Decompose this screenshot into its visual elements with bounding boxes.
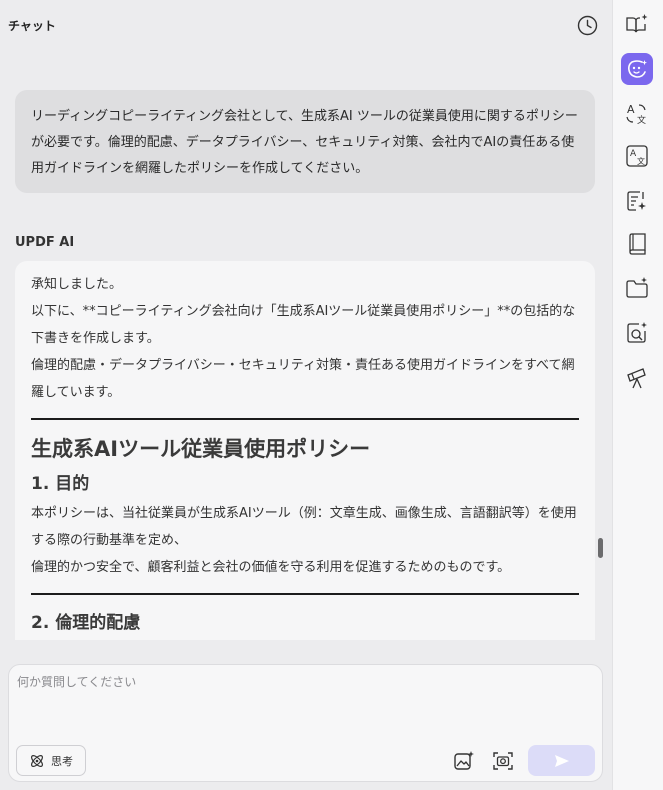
toolbar-ai-assistant[interactable]	[621, 53, 653, 85]
divider	[31, 418, 579, 420]
svg-text:文: 文	[637, 114, 646, 126]
image-button[interactable]	[452, 749, 476, 773]
book-icon	[629, 233, 646, 255]
toolbar-translate-box[interactable]: A 文	[621, 140, 653, 172]
scrollbar-thumb[interactable]	[598, 538, 603, 558]
folder-sparkle-icon	[626, 277, 648, 298]
toolbar-folder-ai[interactable]	[621, 272, 653, 304]
toolbar-search-ai[interactable]	[621, 317, 653, 349]
section-body-1: 本ポリシーは、当社従業員が生成系AIツール（例：文章生成、画像生成、言語翻訳等）…	[31, 506, 577, 548]
question-input[interactable]	[17, 673, 592, 733]
toolbar-telescope[interactable]	[621, 362, 653, 394]
right-toolbar: A 文 A 文	[612, 0, 663, 790]
translate-icon: A 文	[626, 103, 646, 126]
toolbar-document-ai[interactable]	[621, 185, 653, 217]
toolbar-translate[interactable]: A 文	[621, 98, 653, 130]
svg-text:文: 文	[637, 156, 645, 166]
svg-text:A: A	[630, 149, 637, 159]
ai-response-card: 承知しました。 以下に、**コピーライティング会社向け「生成系AIツール従業員使…	[15, 261, 595, 640]
ai-intro-1: 承知しました。	[31, 277, 123, 292]
send-icon	[554, 754, 569, 767]
svg-text:A: A	[627, 103, 635, 116]
chat-panel: チャット リーディングコピーライティング会社として、生成系AI ツールの従業員使…	[0, 0, 612, 790]
think-label: 思考	[51, 754, 73, 768]
composer: 思考	[8, 664, 603, 782]
section-heading-ethics: 2. 倫理的配慮	[31, 613, 141, 633]
history-button[interactable]	[576, 14, 598, 36]
page-title: チャット	[8, 19, 56, 33]
screenshot-button[interactable]	[491, 749, 515, 773]
think-button[interactable]: 思考	[16, 745, 86, 776]
send-button[interactable]	[528, 745, 595, 776]
section-heading-purpose: 1. 目的	[31, 474, 90, 494]
ai-intro-2: 以下に、**コピーライティング会社向け「生成系AIツール従業員使用ポリシー」**…	[31, 304, 576, 346]
atom-icon	[31, 754, 43, 767]
book-sparkle-icon	[626, 14, 648, 33]
toolbar-book-ai[interactable]	[621, 8, 653, 40]
clock-icon	[577, 15, 597, 35]
ai-assistant-icon	[628, 60, 647, 78]
camera-icon	[493, 752, 513, 770]
section-body-2: 倫理的かつ安全で、顧客利益と会社の価値を守る利用を促進するためのものです。	[31, 560, 511, 575]
image-sparkle-icon	[454, 751, 474, 770]
search-sparkle-icon	[627, 322, 647, 343]
toolbar-book[interactable]	[621, 228, 653, 260]
translate-box-icon: A 文	[626, 145, 648, 167]
divider	[31, 593, 579, 595]
ai-intro-3: 倫理的配慮・データプライバシー・セキュリティ対策・責任ある使用ガイドラインをすべ…	[31, 358, 575, 400]
telescope-icon	[627, 368, 646, 389]
policy-title: 生成系AIツール従業員使用ポリシー	[31, 437, 371, 461]
user-message-text: リーディングコピーライティング会社として、生成系AI ツールの従業員使用に関する…	[31, 109, 578, 176]
document-sparkle-icon	[627, 191, 646, 211]
user-message-bubble: リーディングコピーライティング会社として、生成系AI ツールの従業員使用に関する…	[15, 90, 595, 193]
ai-sender-label: UPDF AI	[15, 235, 75, 250]
